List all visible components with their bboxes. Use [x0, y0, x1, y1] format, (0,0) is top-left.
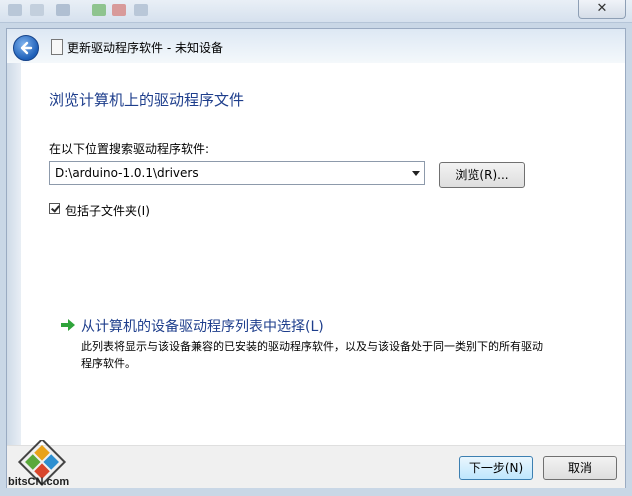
toolbar-icon — [8, 4, 22, 16]
toolbar-icon — [30, 4, 44, 16]
pick-from-list-description: 此列表将显示与该设备兼容的已安装的驱动程序软件，以及与该设备处于同一类别下的所有… — [81, 340, 543, 370]
dropdown-arrow-icon[interactable] — [412, 171, 420, 176]
next-button[interactable]: 下一步(N) — [459, 456, 533, 480]
browse-button[interactable]: 浏览(R)... — [439, 162, 525, 188]
include-subfolders-checkbox[interactable] — [49, 203, 60, 214]
toolbar-icon — [134, 4, 148, 16]
window-title: 更新驱动程序软件 - 未知设备 — [67, 41, 223, 55]
cancel-button[interactable]: 取消 — [543, 456, 617, 480]
watermark-logo-text: bitsCN.com — [8, 476, 70, 488]
back-button[interactable] — [13, 35, 39, 61]
green-arrow-icon — [61, 319, 75, 331]
toolbar-icon — [92, 4, 106, 16]
search-location-label: 在以下位置搜索驱动程序软件: — [49, 142, 210, 156]
back-arrow-icon — [20, 41, 33, 55]
wizard-footer: 下一步(N) 取消 — [7, 445, 625, 488]
toolbar-icon — [56, 4, 70, 16]
background-window-toolbar — [0, 0, 632, 23]
pick-from-list-link[interactable]: 从计算机的设备驱动程序列表中选择(L) — [81, 316, 324, 336]
device-icon — [51, 39, 63, 55]
include-subfolders-label[interactable]: 包括子文件夹(I) — [65, 202, 150, 219]
left-edge-gradient — [7, 63, 21, 487]
driver-path-combobox[interactable]: D:\arduino-1.0.1\drivers — [49, 161, 425, 185]
window-titlebar: 更新驱动程序软件 - 未知设备 — [7, 29, 625, 63]
page-heading: 浏览计算机上的驱动程序文件 — [49, 91, 245, 109]
driver-path-value: D:\arduino-1.0.1\drivers — [55, 166, 199, 180]
update-driver-window: 更新驱动程序软件 - 未知设备 浏览计算机上的驱动程序文件 在以下位置搜索驱动程… — [6, 28, 626, 488]
close-button[interactable]: ✕ — [578, 0, 626, 19]
toolbar-icon — [112, 4, 126, 16]
close-icon: ✕ — [596, 1, 608, 16]
